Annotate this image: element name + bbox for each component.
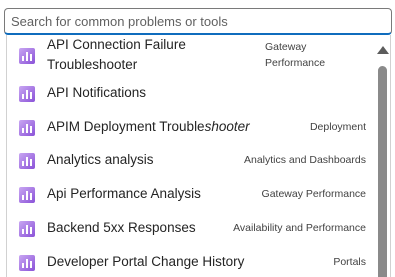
search-box[interactable] [4, 8, 392, 35]
scrollbar[interactable] [374, 35, 390, 277]
scrollbar-thumb[interactable] [378, 66, 387, 277]
chart-bar-icon [19, 187, 35, 203]
list-item[interactable]: API Connection Failure Troubleshooter Ga… [7, 35, 372, 75]
item-name: Api Performance Analysis [47, 186, 201, 201]
results-list: API Connection Failure Troubleshooter Ga… [7, 35, 372, 277]
item-name: Developer Portal Change History [47, 254, 245, 269]
list-item[interactable]: Analytics analysis Analytics and Dashboa… [7, 148, 372, 174]
list-item[interactable]: Developer Portal Change History Portals [7, 250, 372, 276]
item-category: Analytics and Dashboards [244, 154, 366, 166]
chart-bar-icon [19, 86, 35, 102]
item-name: APIM Deployment Troubleshooter [47, 119, 250, 134]
chart-bar-icon [19, 153, 35, 169]
item-category: Portals [333, 256, 366, 268]
search-input[interactable] [5, 9, 391, 33]
chart-bar-icon [19, 255, 35, 271]
item-category: Deployment [309, 121, 366, 133]
troubleshooter-search-dropdown: API Connection Failure Troubleshooter Ga… [0, 0, 395, 277]
item-name: Backend 5xx Responses [47, 220, 196, 235]
scroll-up-arrow-icon[interactable] [377, 46, 389, 54]
item-category: Gateway Performance [261, 188, 366, 200]
list-item[interactable]: Backend 5xx Responses Availability and P… [7, 216, 372, 242]
item-category: Availability and Performance [233, 222, 366, 234]
list-item[interactable]: Api Performance Analysis Gateway Perform… [7, 182, 372, 208]
list-item[interactable]: APIM Deployment Troubleshooter Deploymen… [7, 115, 372, 141]
chart-bar-icon [19, 120, 35, 136]
chart-bar-icon [19, 221, 35, 237]
list-item[interactable]: API Notifications [7, 81, 372, 107]
item-name-main: APIM Deployment Trouble [47, 119, 205, 134]
results-panel: API Connection Failure Troubleshooter Ga… [6, 35, 391, 277]
item-name-italic: shooter [204, 119, 250, 134]
item-name: API Connection Failure Troubleshooter [47, 37, 186, 72]
item-category: Gateway Performance [265, 41, 326, 69]
item-name: API Notifications [47, 85, 147, 100]
chart-bar-icon [19, 48, 35, 64]
item-name: Analytics analysis [47, 152, 154, 167]
